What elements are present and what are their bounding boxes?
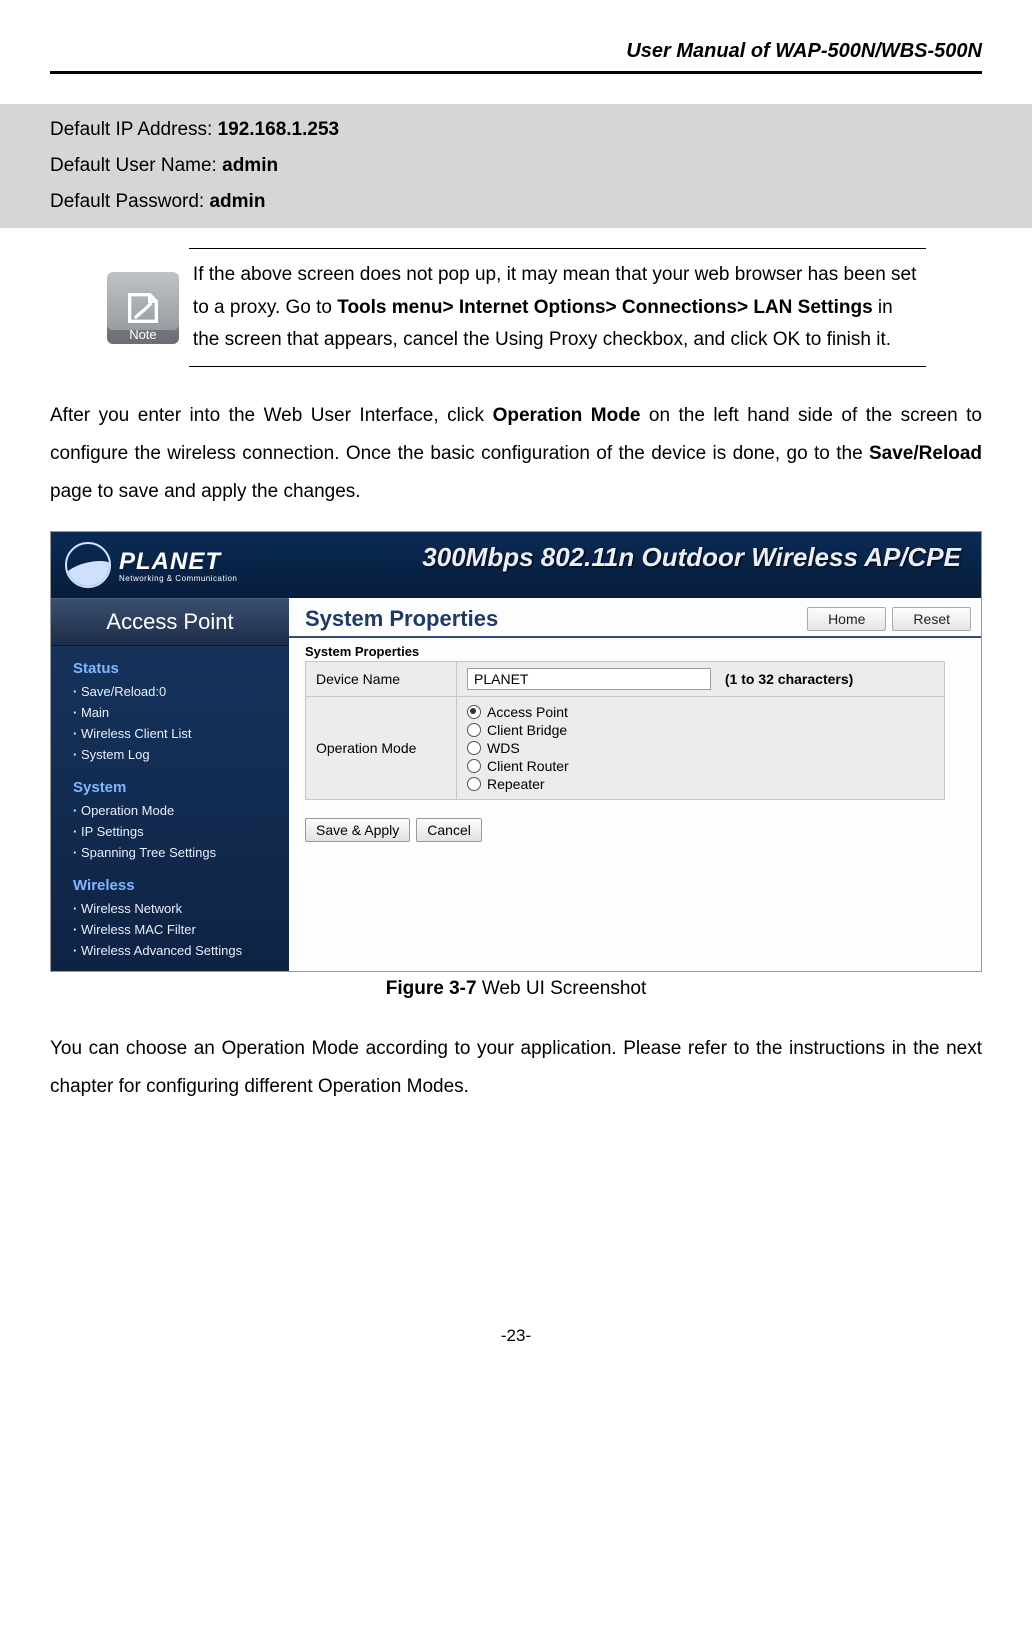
sidebar-item-ip-settings[interactable]: IP Settings	[51, 821, 289, 842]
figure-label: Figure 3-7	[386, 978, 477, 999]
sidebar-item-wireless-mac-filter[interactable]: Wireless MAC Filter	[51, 919, 289, 940]
operation-mode-label: Operation Mode	[306, 697, 457, 800]
panel-title: System Properties	[305, 606, 498, 632]
sidebar-item-spanning-tree[interactable]: Spanning Tree Settings	[51, 842, 289, 863]
note-text-bold: Tools menu> Internet Options> Connection…	[337, 297, 872, 318]
radio-label-client-bridge: Client Bridge	[487, 722, 567, 738]
default-password-value: admin	[209, 191, 265, 212]
device-name-hint: (1 to 32 characters)	[725, 671, 853, 687]
paragraph-1: After you enter into the Web User Interf…	[50, 397, 982, 511]
default-ip-value: 192.168.1.253	[218, 119, 340, 140]
default-password-label: Default Password:	[50, 191, 209, 212]
sidebar-group-wireless: Wireless	[51, 863, 289, 898]
save-apply-button[interactable]: Save & Apply	[305, 818, 410, 842]
radio-client-router[interactable]	[467, 759, 481, 773]
default-username-value: admin	[222, 155, 278, 176]
screenshot-top-banner: PLANET Networking & Communication 300Mbp…	[51, 532, 981, 598]
sidebar-item-wireless-advanced[interactable]: Wireless Advanced Settings	[51, 940, 289, 961]
para1-d: Save/Reload	[869, 443, 982, 464]
figure-caption: Figure 3-7 Web UI Screenshot	[50, 978, 982, 1000]
sidebar-item-operation-mode[interactable]: Operation Mode	[51, 800, 289, 821]
reset-button[interactable]: Reset	[892, 607, 971, 631]
sidebar-item-main[interactable]: Main	[51, 702, 289, 723]
header-divider	[50, 71, 982, 74]
cancel-button[interactable]: Cancel	[416, 818, 482, 842]
radio-label-access-point: Access Point	[487, 704, 568, 720]
brand-subtext: Networking & Communication	[119, 574, 237, 583]
section-system-properties: System Properties	[289, 638, 981, 661]
sidebar-item-system-log[interactable]: System Log	[51, 744, 289, 765]
note-icon-label: Note	[129, 327, 156, 342]
device-name-label: Device Name	[306, 662, 457, 697]
radio-label-client-router: Client Router	[487, 758, 569, 774]
home-button[interactable]: Home	[807, 607, 886, 631]
brand-text: PLANET	[119, 548, 237, 576]
brand-logo: PLANET Networking & Communication	[51, 542, 237, 588]
sidebar-group-status: Status	[51, 646, 289, 681]
paragraph-2: You can choose an Operation Mode accordi…	[50, 1030, 982, 1106]
note-text: If the above screen does not pop up, it …	[189, 249, 926, 367]
sidebar-title: Access Point	[51, 598, 289, 646]
sidebar-group-system: System	[51, 765, 289, 800]
sidebar-item-wireless-network[interactable]: Wireless Network	[51, 898, 289, 919]
para1-b: Operation Mode	[493, 405, 641, 426]
radio-label-wds: WDS	[487, 740, 520, 756]
sidebar-item-save-reload[interactable]: Save/Reload:0	[51, 681, 289, 702]
device-name-input[interactable]: PLANET	[467, 668, 711, 690]
sidebar-item-wireless-client-list[interactable]: Wireless Client List	[51, 723, 289, 744]
web-ui-screenshot: PLANET Networking & Communication 300Mbp…	[50, 531, 982, 972]
main-panel: System Properties Home Reset System Prop…	[289, 598, 981, 971]
default-ip-label: Default IP Address:	[50, 119, 218, 140]
system-properties-table: Device Name PLANET (1 to 32 characters) …	[305, 661, 945, 800]
radio-wds[interactable]	[467, 741, 481, 755]
defaults-box: Default IP Address: 192.168.1.253 Defaul…	[0, 104, 1032, 228]
radio-client-bridge[interactable]	[467, 723, 481, 737]
planet-logo-icon	[65, 542, 111, 588]
note-icon: Note	[107, 272, 179, 344]
radio-repeater[interactable]	[467, 777, 481, 791]
page-number: -23-	[50, 1326, 982, 1346]
para1-e: page to save and apply the changes.	[50, 481, 361, 502]
sidebar: Access Point Status Save/Reload:0 Main W…	[51, 598, 289, 971]
default-username-label: Default User Name:	[50, 155, 222, 176]
row-device-name: Device Name PLANET (1 to 32 characters)	[306, 662, 945, 697]
note-callout: Note If the above screen does not pop up…	[106, 248, 926, 367]
para1-a: After you enter into the Web User Interf…	[50, 405, 493, 426]
radio-access-point[interactable]	[467, 705, 481, 719]
figure-text: Web UI Screenshot	[477, 978, 647, 999]
document-header-title: User Manual of WAP-500N/WBS-500N	[50, 40, 982, 71]
row-operation-mode: Operation Mode Access Point Client Bridg…	[306, 697, 945, 800]
product-banner: 300Mbps 802.11n Outdoor Wireless AP/CPE	[422, 542, 961, 573]
radio-label-repeater: Repeater	[487, 776, 545, 792]
